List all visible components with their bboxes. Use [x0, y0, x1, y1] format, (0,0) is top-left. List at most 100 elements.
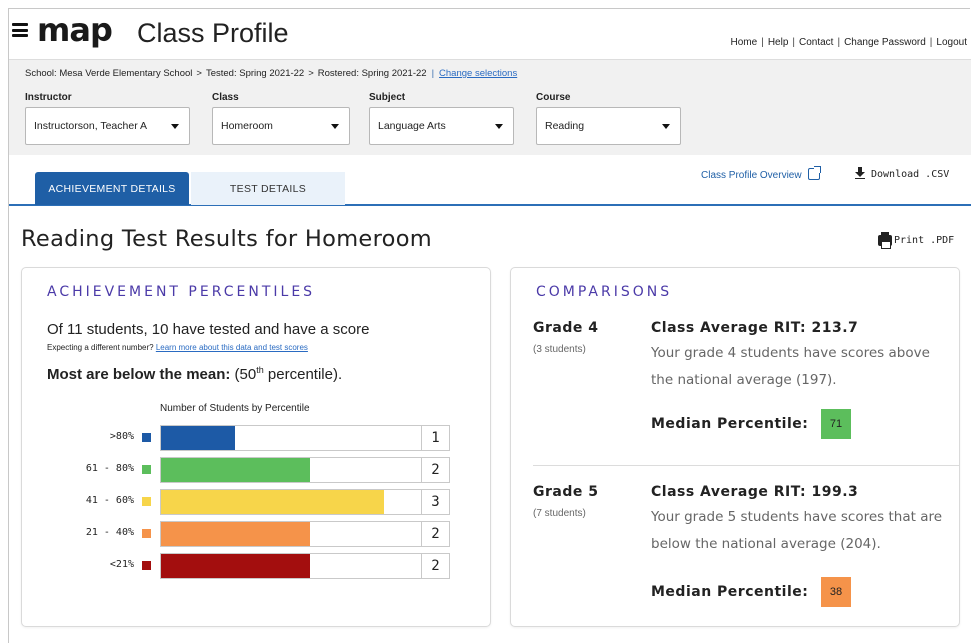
legend-swatch [142, 465, 151, 474]
expecting-note: Expecting a different number? Learn more… [47, 343, 308, 352]
chart-value-label: 2 [422, 553, 450, 579]
comparisons-card: COMPARISONS Grade 4 (3 students) Class A… [510, 267, 960, 627]
class-profile-page: map Class Profile Home | Help | Contact | Chan… [8, 8, 971, 643]
map-logo[interactable]: map [37, 11, 113, 49]
chart-category-label: 61 - 80% [85, 463, 134, 474]
median-percentile-badge: 38 [821, 577, 851, 607]
page-title: Class Profile [137, 18, 289, 48]
mean-summary: Most are below the mean: (50th percentil… [47, 365, 342, 383]
chevron-down-icon [171, 124, 179, 129]
tested-summary: Of 11 students, 10 have tested and have … [47, 321, 370, 338]
course-label: Course [536, 92, 571, 103]
instructor-select[interactable]: Instructorson, Teacher A [25, 107, 190, 145]
download-label: Download .CSV [871, 169, 950, 180]
breadcrumb-tested: Tested: Spring 2021-22 [205, 68, 305, 79]
results-title: Reading Test Results for Homeroom [21, 226, 432, 252]
filter-bar: School: Mesa Verde Elementary School > Tes… [9, 59, 971, 155]
class-label: Class [212, 92, 239, 103]
chart-bar-track [160, 521, 422, 547]
grade-label: Grade 5 [533, 484, 599, 500]
tab-test-details[interactable]: TEST DETAILS [191, 172, 345, 205]
contact-link[interactable]: Contact [799, 37, 833, 48]
chart-row: 41 - 60% 3 [22, 489, 492, 515]
instructor-value: Instructorson, Teacher A [34, 120, 148, 132]
chart-bar [161, 522, 310, 546]
print-pdf-button[interactable]: Print .PDF [878, 232, 955, 249]
app-header: map Class Profile Home | Help | Contact | Chan… [9, 9, 971, 59]
change-selections-link[interactable]: Change selections [439, 68, 517, 79]
median-percentile-badge: 71 [821, 409, 851, 439]
breadcrumb: School: Mesa Verde Elementary School > Tes… [25, 68, 518, 79]
printer-icon [878, 232, 892, 249]
grade-label: Grade 4 [533, 320, 599, 336]
instructor-label: Instructor [25, 92, 72, 103]
chart-bar-track [160, 553, 422, 579]
chart-value-label: 1 [422, 425, 450, 451]
tab-bar: ACHIEVEMENT DETAILS TEST DETAILS [9, 155, 971, 206]
help-link[interactable]: Help [768, 37, 789, 48]
comparisons-heading: COMPARISONS [536, 284, 673, 300]
chart-category-label: 21 - 40% [85, 527, 134, 538]
class-select[interactable]: Homeroom [212, 107, 350, 145]
change-password-link[interactable]: Change Password [844, 37, 926, 48]
download-icon [855, 167, 865, 179]
comparison-description: Your grade 5 students have scores that a… [651, 509, 943, 552]
chart-row: <21% 2 [22, 553, 492, 579]
student-count: (3 students) [533, 344, 586, 355]
chart-bar [161, 426, 236, 450]
subject-select[interactable]: Language Arts [369, 107, 514, 145]
chart-value-label: 2 [422, 457, 450, 483]
mean-text-b: percentile). [267, 366, 343, 383]
mean-sup: th [256, 365, 264, 375]
learn-more-link[interactable]: Learn more about this data and test scor… [156, 343, 308, 352]
class-average-rit: Class Average RIT: 213.7 [651, 320, 859, 336]
chart-bar-track [160, 457, 422, 483]
comparison-description: Your grade 4 students have scores above … [651, 345, 930, 388]
external-link-icon [807, 166, 821, 180]
mean-text-a: (50 [234, 366, 257, 383]
class-average-rit: Class Average RIT: 199.3 [651, 484, 859, 500]
legend-swatch [142, 433, 151, 442]
home-link[interactable]: Home [731, 37, 758, 48]
class-value: Homeroom [221, 120, 273, 132]
chevron-down-icon [662, 124, 670, 129]
divider [533, 465, 959, 466]
chart-bar [161, 458, 310, 482]
legend-swatch [142, 497, 151, 506]
subject-label: Subject [369, 92, 406, 103]
chart-value-label: 3 [422, 489, 450, 515]
print-label: Print .PDF [894, 235, 955, 246]
logout-link[interactable]: Logout [936, 37, 967, 48]
median-percentile-label: Median Percentile: [651, 584, 809, 600]
download-csv-button[interactable]: Download .CSV [855, 167, 949, 180]
chart-category-label: <21% [109, 559, 134, 570]
median-percentile-label: Median Percentile: [651, 416, 809, 432]
overview-label: Class Profile Overview [701, 170, 802, 181]
legend-swatch [142, 529, 151, 538]
breadcrumb-school: School: Mesa Verde Elementary School [25, 68, 193, 79]
chart-title: Number of Students by Percentile [160, 403, 310, 414]
expecting-text: Expecting a different number? [47, 343, 154, 352]
chart-row: >80% 1 [22, 425, 492, 451]
class-profile-overview-link[interactable]: Class Profile Overview [701, 166, 821, 181]
top-nav-links: Home | Help | Contact | Change Password | Logout [730, 37, 967, 48]
chevron-down-icon [331, 124, 339, 129]
chart-value-label: 2 [422, 521, 450, 547]
breadcrumb-rostered: Rostered: Spring 2021-22 [317, 68, 427, 79]
chart-bar [161, 490, 384, 514]
course-select[interactable]: Reading [536, 107, 681, 145]
tab-achievement-details[interactable]: ACHIEVEMENT DETAILS [35, 172, 189, 205]
mean-bold-text: Most are below the mean: [47, 366, 231, 383]
chart-bar-track [160, 425, 422, 451]
student-count: (7 students) [533, 508, 586, 519]
menu-icon[interactable] [12, 23, 28, 37]
achievement-heading: ACHIEVEMENT PERCENTILES [47, 284, 316, 300]
chart-category-label: >80% [109, 431, 134, 442]
course-value: Reading [545, 120, 585, 132]
chart-category-label: 41 - 60% [85, 495, 134, 506]
achievement-percentiles-card: ACHIEVEMENT PERCENTILES Of 11 students, … [21, 267, 491, 627]
subject-value: Language Arts [378, 120, 446, 132]
chart-row: 21 - 40% 2 [22, 521, 492, 547]
chart-row: 61 - 80% 2 [22, 457, 492, 483]
chevron-down-icon [495, 124, 503, 129]
